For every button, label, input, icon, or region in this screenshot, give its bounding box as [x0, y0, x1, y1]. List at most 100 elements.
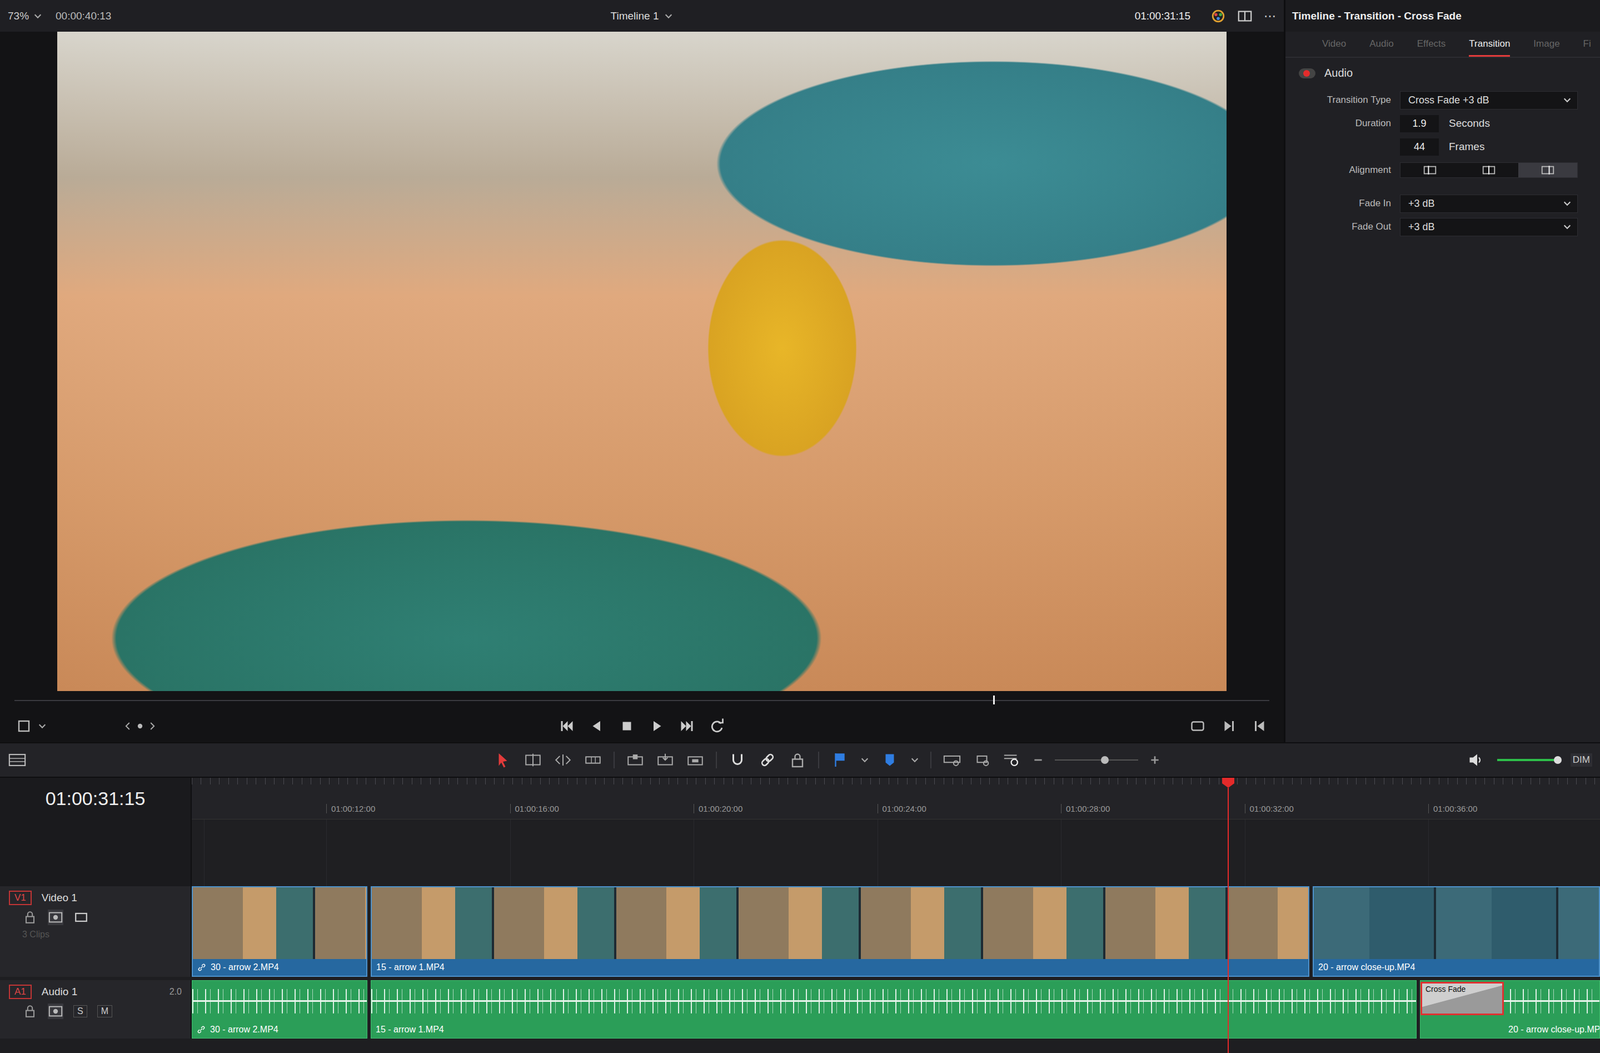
chevron-down-icon [1562, 222, 1572, 232]
transition-type-dropdown[interactable]: Cross Fade +3 dB [1399, 91, 1578, 110]
chevron-down-icon[interactable] [37, 721, 47, 731]
transition-type-row: Transition TypeCross Fade +3 dB [1285, 88, 1600, 112]
alignment-button[interactable] [1400, 162, 1460, 178]
crop-icon[interactable] [14, 717, 34, 735]
clip[interactable]: 15 - arrow 1.MP4 [370, 979, 1417, 1039]
track-lane: 30 - arrow 2.MP415 - arrow 1.MP4Cross Fa… [191, 979, 1600, 1039]
lock-icon[interactable] [22, 1003, 38, 1019]
resolve-edit-page: 73% 00:00:40:13Timeline 101:00:31:15⋯Tim… [0, 0, 1600, 1053]
dual-viewer-icon[interactable] [1237, 8, 1253, 24]
zoom-full-icon[interactable] [942, 751, 962, 769]
duration-frames-field[interactable]: 44 [1399, 138, 1439, 156]
zoom-slider[interactable] [1054, 754, 1139, 766]
track-lane: 30 - arrow 2.MP415 - arrow 1.MP420 - arr… [191, 885, 1600, 977]
dynamic-trim-icon[interactable] [553, 751, 573, 769]
flag-icon[interactable] [830, 751, 850, 769]
timeline: 01:00:31:1501:00:12:0001:00:16:0001:00:2… [0, 777, 1600, 1053]
inspector-tab[interactable]: Audio [1369, 38, 1394, 57]
mute-button[interactable]: M [97, 1004, 113, 1018]
volume-slider[interactable] [1497, 754, 1559, 765]
track-enable-icon[interactable] [73, 909, 89, 925]
zoom-in-icon[interactable] [1149, 754, 1161, 766]
ruler-label: 01:00:32:00 [1244, 803, 1429, 814]
inspector-tab[interactable]: Transition [1468, 38, 1510, 57]
blade-icon[interactable] [583, 751, 603, 769]
snapping-icon[interactable] [728, 751, 747, 769]
overwrite-clip-icon[interactable] [655, 751, 675, 769]
alignment-row: Alignment [1285, 158, 1600, 182]
chevron-down-icon [1562, 95, 1572, 105]
ruler-label: 01:00:16:00 [510, 803, 695, 814]
timeline-selector[interactable]: Timeline 1 [610, 10, 674, 23]
play-reverse-icon[interactable] [587, 717, 607, 735]
next-edit-icon[interactable] [1219, 717, 1239, 735]
auto-select-icon[interactable] [47, 1003, 64, 1019]
fade-out-row: Fade Out+3 dB [1285, 215, 1600, 239]
timeline-view-options-icon[interactable] [7, 751, 27, 769]
first-frame-icon[interactable] [557, 717, 577, 735]
ruler-label: 01:00:36:00 [1428, 803, 1600, 814]
clip[interactable]: 30 - arrow 2.MP4 [191, 979, 368, 1039]
track: V1Video 13 Clips30 - arrow 2.MP415 - arr… [0, 885, 1600, 977]
dim-button[interactable]: DIM [1570, 753, 1593, 767]
last-frame-icon[interactable] [677, 717, 697, 735]
scrubber-handle[interactable] [993, 695, 995, 705]
video-frame [57, 31, 1227, 691]
more-options-button[interactable]: ⋯ [1263, 8, 1276, 24]
playhead[interactable] [1222, 777, 1235, 1053]
selection-arrow-icon[interactable] [493, 751, 513, 769]
viewer: 73% 00:00:40:13Timeline 101:00:31:15⋯ [0, 0, 1286, 742]
clip[interactable]: 20 - arrow close-up.MP4 [1312, 885, 1600, 977]
trim-icon[interactable] [523, 751, 543, 769]
alignment-button[interactable] [1459, 162, 1519, 178]
clip[interactable]: 30 - arrow 2.MP4 [191, 885, 368, 977]
scrubber[interactable] [14, 690, 1270, 710]
solo-button[interactable]: S [73, 1004, 88, 1018]
ruler-label: 01:00:12:00 [326, 803, 511, 814]
chevron-down-icon[interactable] [860, 755, 870, 765]
auto-select-icon[interactable] [47, 909, 64, 925]
replace-clip-icon[interactable] [685, 751, 705, 769]
fade-out-dropdown[interactable]: +3 dB [1399, 217, 1578, 237]
alignment-button[interactable] [1518, 162, 1578, 178]
match-frame-icon[interactable] [1188, 717, 1208, 735]
timeline-ruler[interactable]: 01:00:12:0001:00:16:0001:00:20:0001:00:2… [191, 777, 1600, 820]
position-lock-icon[interactable] [788, 751, 807, 769]
section-toggle[interactable] [1298, 68, 1316, 79]
inspector-tab[interactable]: Fi [1583, 38, 1592, 57]
record-timecode: 01:00:31:15 [1134, 10, 1191, 23]
chevron-down-icon [1562, 198, 1572, 208]
chevron-down-icon[interactable] [910, 755, 920, 765]
fade-in-dropdown[interactable]: +3 dB [1399, 194, 1578, 213]
zoom-detail-icon[interactable] [972, 751, 992, 769]
speaker-icon[interactable] [1466, 751, 1485, 769]
cross-fade-transition[interactable]: Cross Fade [1420, 981, 1504, 1015]
audio-section-header: Audio [1285, 57, 1600, 89]
marker-icon[interactable] [880, 751, 900, 769]
duration-seconds-field[interactable]: 1.9 [1399, 115, 1439, 133]
zoom-custom-icon[interactable] [1002, 751, 1022, 769]
clip-nav-icon[interactable] [123, 719, 157, 733]
zoom-out-icon[interactable] [1032, 754, 1044, 766]
previous-edit-icon[interactable] [1250, 717, 1270, 735]
color-wheel-icon[interactable] [1210, 8, 1226, 24]
clip[interactable]: 15 - arrow 1.MP4 [370, 885, 1310, 977]
stop-icon[interactable] [617, 717, 637, 735]
lock-icon[interactable] [22, 909, 38, 925]
zoom-dropdown[interactable]: 73% [7, 10, 43, 23]
track-id-badge[interactable]: V1 [8, 890, 32, 905]
track-id-badge[interactable]: A1 [8, 984, 32, 999]
link-icon [196, 1024, 206, 1034]
alignment-icon [1422, 165, 1438, 176]
clip[interactable]: Cross Fade20 - arrow close-up.MP4 [1419, 979, 1600, 1039]
timeline-toolbar: DIM [0, 741, 1600, 778]
fade-in-row: Fade In+3 dB [1285, 191, 1600, 216]
insert-clip-icon[interactable] [625, 751, 645, 769]
inspector-tab[interactable]: Effects [1417, 38, 1447, 57]
play-icon[interactable] [647, 717, 667, 735]
inspector-tab[interactable]: Image [1533, 38, 1560, 57]
loop-icon[interactable] [707, 717, 727, 735]
linked-selection-icon[interactable] [758, 751, 777, 769]
viewer-header: 73% 00:00:40:13Timeline 101:00:31:15⋯ [0, 0, 1284, 32]
inspector-tab[interactable]: Video [1322, 38, 1347, 57]
